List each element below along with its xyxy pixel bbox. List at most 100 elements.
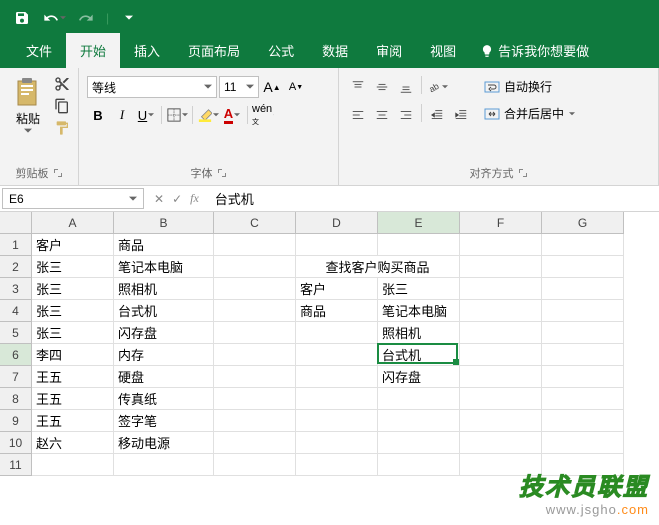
copy-icon[interactable] [54,98,70,114]
cell[interactable] [460,432,542,454]
cell[interactable]: 照相机 [114,278,214,300]
cell[interactable] [542,344,624,366]
row-header[interactable]: 11 [0,454,32,476]
cell[interactable] [460,366,542,388]
decrease-font-button[interactable]: A▼ [285,76,307,98]
cell[interactable] [542,256,624,278]
row-header[interactable]: 7 [0,366,32,388]
cell[interactable] [460,234,542,256]
select-all-corner[interactable] [0,212,32,234]
font-size-combo[interactable]: 11 [219,76,259,98]
row-header[interactable]: 3 [0,278,32,300]
cell[interactable] [296,234,378,256]
redo-button[interactable] [72,4,100,32]
cell[interactable] [460,278,542,300]
tab-formulas[interactable]: 公式 [254,33,308,68]
cell[interactable] [542,322,624,344]
tab-pagelayout[interactable]: 页面布局 [174,33,254,68]
cell[interactable] [214,300,296,322]
cell[interactable]: 查找客户购买商品 [296,256,460,278]
cell[interactable]: 笔记本电脑 [114,256,214,278]
cell[interactable]: 张三 [378,278,460,300]
cell[interactable]: 闪存盘 [114,322,214,344]
merge-center-button[interactable]: 合并后居中 [478,103,581,124]
cell[interactable]: 商品 [296,300,378,322]
border-button[interactable] [166,104,188,126]
cell[interactable]: 硬盘 [114,366,214,388]
tab-review[interactable]: 审阅 [362,33,416,68]
align-right-button[interactable] [395,104,417,126]
cell[interactable] [296,454,378,476]
align-bottom-button[interactable] [395,76,417,98]
cell[interactable] [460,256,542,278]
cell[interactable]: 台式机 [114,300,214,322]
increase-indent-button[interactable] [450,104,472,126]
save-button[interactable] [8,4,36,32]
cell[interactable] [378,388,460,410]
cell[interactable]: 内存 [114,344,214,366]
cell[interactable]: 张三 [32,278,114,300]
cell[interactable] [296,410,378,432]
dialog-launcher-icon[interactable] [53,168,63,178]
cell[interactable]: 王五 [32,388,114,410]
cell[interactable] [296,322,378,344]
cell[interactable] [378,454,460,476]
column-header[interactable]: D [296,212,378,234]
wrap-text-button[interactable]: 自动换行 [478,76,581,97]
cell[interactable] [214,454,296,476]
bold-button[interactable]: B [87,104,109,126]
dialog-launcher-icon[interactable] [518,168,528,178]
column-header[interactable]: A [32,212,114,234]
row-header[interactable]: 8 [0,388,32,410]
cell[interactable] [542,432,624,454]
cell[interactable] [378,432,460,454]
cell[interactable] [460,410,542,432]
orientation-button[interactable]: ab [426,76,448,98]
row-header[interactable]: 1 [0,234,32,256]
cell[interactable] [296,432,378,454]
cell[interactable]: 照相机 [378,322,460,344]
column-header[interactable]: G [542,212,624,234]
accept-formula-icon[interactable]: ✓ [172,192,182,206]
cell[interactable] [460,322,542,344]
cell[interactable]: 传真纸 [114,388,214,410]
formula-input[interactable]: 台式机 [207,186,659,211]
paste-button[interactable]: 粘贴 [6,72,50,139]
cell[interactable] [214,388,296,410]
column-header[interactable]: B [114,212,214,234]
cell[interactable]: 闪存盘 [378,366,460,388]
italic-button[interactable]: I [111,104,133,126]
row-header[interactable]: 10 [0,432,32,454]
cell[interactable]: 张三 [32,322,114,344]
cell[interactable]: 赵六 [32,432,114,454]
cut-icon[interactable] [54,76,70,92]
cell[interactable] [114,454,214,476]
undo-button[interactable] [40,4,68,32]
cell[interactable] [214,432,296,454]
phonetic-button[interactable]: wén文 [252,104,274,126]
tab-file[interactable]: 文件 [12,33,66,68]
tab-home[interactable]: 开始 [66,33,120,68]
cell[interactable] [460,388,542,410]
align-center-button[interactable] [371,104,393,126]
qat-customize-button[interactable] [115,4,143,32]
tab-insert[interactable]: 插入 [120,33,174,68]
align-middle-button[interactable] [371,76,393,98]
cell[interactable] [542,278,624,300]
cell[interactable] [214,410,296,432]
row-header[interactable]: 2 [0,256,32,278]
cell[interactable] [542,388,624,410]
font-name-combo[interactable]: 等线 [87,76,217,98]
cell[interactable] [214,366,296,388]
cell[interactable]: 客户 [32,234,114,256]
decrease-indent-button[interactable] [426,104,448,126]
column-header[interactable]: F [460,212,542,234]
column-header[interactable]: E [378,212,460,234]
cancel-formula-icon[interactable]: ✕ [154,192,164,206]
tell-me-search[interactable]: 告诉我你想要做 [470,33,599,68]
cell[interactable] [378,234,460,256]
row-header[interactable]: 9 [0,410,32,432]
cell[interactable] [542,366,624,388]
tab-data[interactable]: 数据 [308,33,362,68]
cell[interactable] [542,234,624,256]
